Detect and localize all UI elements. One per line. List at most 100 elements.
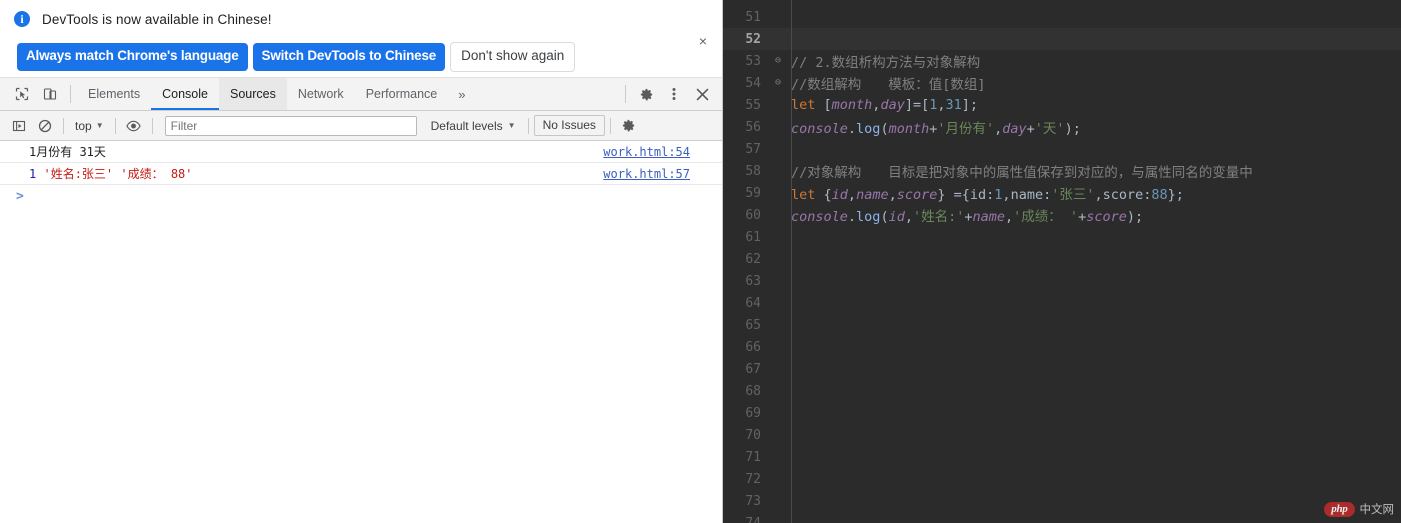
code-token: ); (1064, 121, 1081, 137)
code-token: ); (1126, 209, 1144, 225)
log-segment: 1月份有 31天 (29, 145, 106, 159)
code-line[interactable]: 72 (723, 468, 1401, 490)
chevron-down-icon: ▼ (95, 121, 104, 130)
kebab-menu-icon[interactable] (660, 78, 688, 110)
log-source-link[interactable]: work.html:57 (603, 167, 714, 181)
tab-network[interactable]: Network (287, 78, 355, 110)
context-value: top (75, 118, 92, 133)
tab-label: Network (297, 87, 344, 101)
console-prompt[interactable]: > (0, 185, 722, 207)
javascript-context-select[interactable]: top ▼ (69, 119, 110, 133)
code-line[interactable]: 68 (723, 380, 1401, 402)
code-line[interactable]: 55 let [month,day]=[1,31]; (723, 94, 1401, 116)
line-number: 69 (745, 405, 761, 421)
devtools-screenshot: i DevTools is now available in Chinese! … (0, 0, 1401, 523)
tab-console[interactable]: Console (151, 78, 219, 110)
code-line[interactable]: 74 (723, 512, 1401, 523)
php-logo: php (1324, 501, 1355, 517)
log-source-link[interactable]: work.html:54 (603, 145, 714, 159)
log-message: 1月份有 31天 (0, 143, 106, 160)
code-line[interactable]: 57 (723, 138, 1401, 160)
switch-devtools-language-button[interactable]: Switch DevTools to Chinese (252, 43, 446, 71)
code-line[interactable]: 64 (723, 292, 1401, 314)
code-line[interactable]: 69 (723, 402, 1401, 424)
tab-label: Sources (229, 87, 276, 101)
banner-close-icon[interactable]: × (692, 30, 714, 52)
line-number: 70 (745, 427, 761, 443)
watermark: php 中文网 (1324, 501, 1394, 517)
code-line[interactable]: 70 (723, 424, 1401, 446)
code-token: , (888, 187, 897, 203)
code-token: score (1086, 209, 1127, 225)
code-token: log (856, 209, 881, 225)
tab-sources[interactable]: Sources (218, 78, 287, 110)
code-line[interactable]: 73 (723, 490, 1401, 512)
tab-performance[interactable]: Performance (355, 78, 449, 110)
code-text: console.log(id,'姓名:'+name,'成绩： '+score); (785, 205, 1401, 225)
device-toolbar-icon[interactable] (36, 78, 64, 110)
code-token: '成绩： ' (1013, 209, 1079, 225)
banner-message-row: i DevTools is now available in Chinese! (0, 0, 722, 38)
console-log-list: 1月份有 31天 work.html:54 1 '姓名:张三' '成绩： 88' wo… (0, 141, 722, 185)
code-fold-icon[interactable]: ⊖ (771, 72, 785, 94)
console-output[interactable]: 1月份有 31天 work.html:54 1 '姓名:张三' '成绩： 88' wo… (0, 141, 722, 523)
code-token: + (1026, 121, 1035, 137)
clear-console-icon[interactable] (32, 114, 58, 138)
line-number: 60 (745, 207, 761, 223)
code-token: , (1094, 187, 1103, 203)
console-log-row[interactable]: 1 '姓名:张三' '成绩： 88' work.html:57 (0, 163, 722, 185)
code-token: console (791, 209, 848, 225)
line-number: 63 (745, 273, 761, 289)
code-line[interactable]: 65 (723, 314, 1401, 336)
code-line[interactable]: 51 (723, 6, 1401, 28)
close-icon[interactable] (688, 78, 716, 110)
more-tabs-chevron-icon[interactable]: » (448, 78, 475, 110)
line-number: 72 (745, 471, 761, 487)
code-token: + (1078, 209, 1087, 225)
gear-icon[interactable] (616, 114, 642, 138)
console-log-row[interactable]: 1月份有 31天 work.html:54 (0, 141, 722, 163)
line-number: 71 (745, 449, 761, 465)
no-issues-button[interactable]: No Issues (533, 115, 605, 136)
code-editor[interactable]: 51 52 53 ⊖ // 2.数组析构方法与对象解构 54 ⊖ //数组解构 模板：值[数组… (723, 0, 1401, 523)
gear-icon[interactable] (632, 78, 660, 110)
toolbar-divider (114, 117, 116, 134)
live-expression-icon[interactable] (121, 114, 147, 138)
line-number: 55 (745, 97, 761, 113)
code-line[interactable]: 54 ⊖ //数组解构 模板：值[数组] (723, 72, 1401, 94)
code-line[interactable]: 66 (723, 336, 1401, 358)
code-line[interactable]: 71 (723, 446, 1401, 468)
always-match-language-button[interactable]: Always match Chrome's language (17, 43, 248, 71)
console-sidebar-icon[interactable] (6, 114, 32, 138)
code-line[interactable]: 67 (723, 358, 1401, 380)
code-line[interactable]: 63 (723, 270, 1401, 292)
code-line[interactable]: 62 (723, 248, 1401, 270)
code-token: // 2.数组析构方法与对象解构 (791, 55, 981, 71)
code-fold-icon[interactable]: ⊖ (771, 50, 785, 72)
code-token: //数组解构 模板：值[数组] (791, 77, 986, 93)
code-token: '张三' (1051, 187, 1095, 203)
code-token: }; (1167, 187, 1184, 203)
code-token: day (880, 97, 905, 113)
code-line[interactable]: 60 console.log(id,'姓名:'+name,'成绩： '+score… (723, 204, 1401, 226)
code-text: // 2.数组析构方法与对象解构 (785, 51, 1401, 71)
dont-show-again-button[interactable]: Don't show again (450, 42, 576, 72)
code-line[interactable]: 56 console.log(month+'月份有',day+'天'); (723, 116, 1401, 138)
inspect-element-icon[interactable] (8, 78, 36, 110)
code-line[interactable]: 53 ⊖ // 2.数组析构方法与对象解构 (723, 50, 1401, 72)
tab-elements[interactable]: Elements (77, 78, 151, 110)
code-token: name (856, 187, 889, 203)
line-number: 66 (745, 339, 761, 355)
code-line[interactable]: 61 (723, 226, 1401, 248)
chevron-down-icon: ▼ (507, 121, 516, 130)
code-token: , (847, 187, 857, 203)
code-token: + (964, 209, 973, 225)
console-filter-input[interactable] (164, 115, 417, 136)
code-line[interactable]: 52 (723, 28, 1401, 50)
code-line[interactable]: 59 let {id,name,score} ={id:1,name:'张三',s… (723, 182, 1401, 204)
code-line[interactable]: 58 //对象解构 目标是把对象中的属性值保存到对应的，与属性同名的变量中 (723, 160, 1401, 182)
log-levels-select[interactable]: Default levels ▼ (424, 119, 523, 133)
code-token: ]=[ (904, 97, 930, 113)
toolbar-divider (625, 85, 626, 103)
code-token: name (1010, 187, 1044, 203)
